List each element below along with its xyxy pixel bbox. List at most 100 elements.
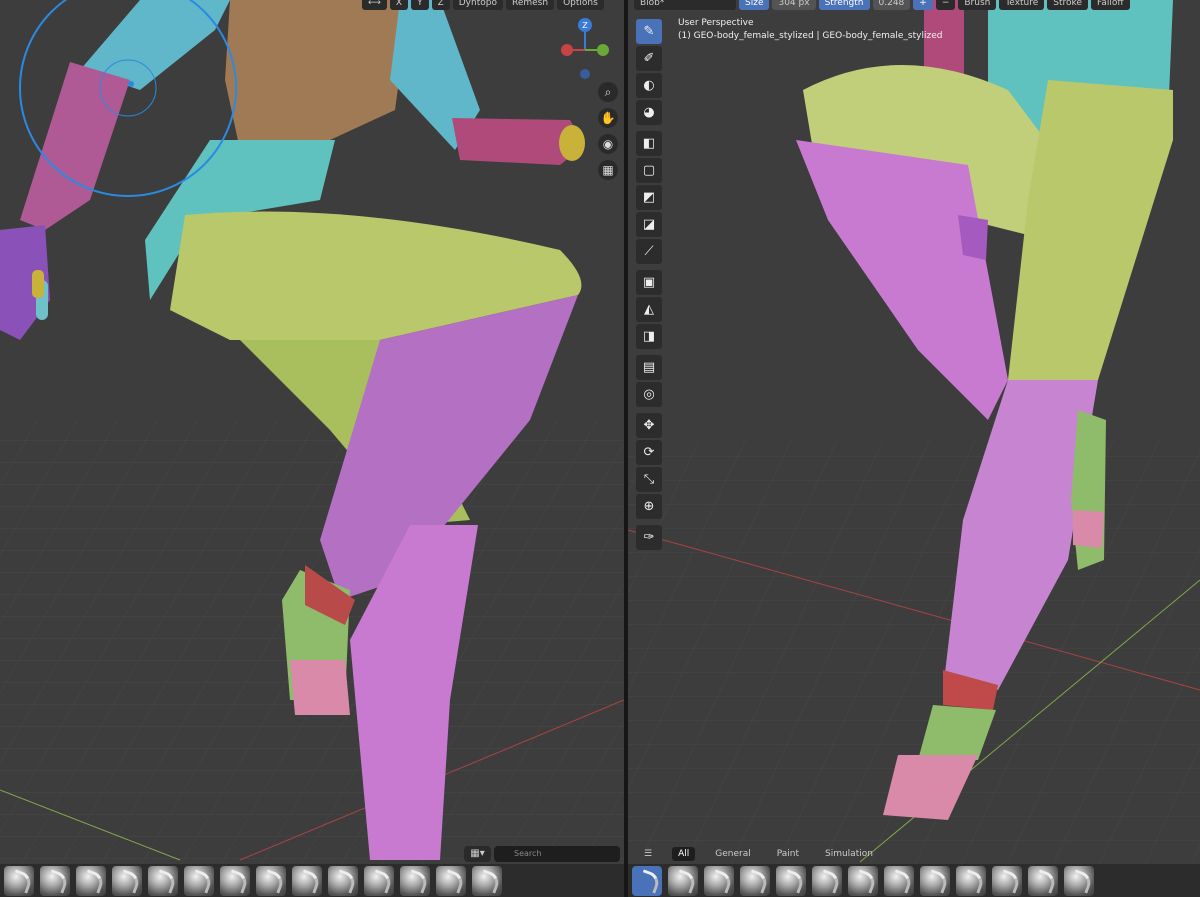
annotate-icon[interactable]: ✑ bbox=[636, 525, 662, 550]
color-filter-icon[interactable]: ◨ bbox=[636, 324, 662, 349]
viewport-right[interactable]: Blob* Size 304 px Strength 0.248 + − Bru… bbox=[628, 0, 1200, 897]
brush-thumbnail[interactable] bbox=[148, 865, 178, 896]
gizmo-x-axis[interactable] bbox=[561, 44, 573, 56]
box-face-set-icon[interactable]: ◩ bbox=[636, 185, 662, 210]
smooth-brush-icon[interactable]: ✐ bbox=[636, 46, 662, 71]
brush-menu[interactable]: Brush bbox=[958, 0, 997, 10]
symmetry-icon[interactable]: ⟷ bbox=[362, 0, 387, 10]
brush-thumbnail[interactable] bbox=[328, 865, 358, 896]
rotate-icon[interactable]: ⟳ bbox=[636, 440, 662, 465]
strength-label: Strength bbox=[818, 0, 870, 10]
toes bbox=[290, 660, 350, 715]
brush-thumbnail[interactable] bbox=[668, 865, 698, 896]
brush-thumbnail[interactable] bbox=[112, 865, 142, 896]
camera-icon[interactable]: ◉ bbox=[598, 134, 618, 154]
asset-view-toggle[interactable]: ▦▾ bbox=[464, 846, 491, 862]
zoom-icon[interactable]: ⌕ bbox=[598, 82, 618, 102]
sculpt-toolbar: ✎ ✐ ◐ ◕ ◧ ▢ ◩ ◪ ⟋ ▣ ◭ ◨ ▤ ◎ ✥ ⟳ ⤡ ⊕ ✑ bbox=[634, 18, 664, 551]
brush-thumbnail[interactable] bbox=[436, 865, 466, 896]
falloff-menu[interactable]: Falloff bbox=[1090, 0, 1130, 10]
brush-thumbnail[interactable] bbox=[992, 865, 1022, 896]
strength-field[interactable]: 0.248 bbox=[872, 0, 911, 10]
brush-thumbnail[interactable] bbox=[1028, 865, 1058, 896]
box-mask-icon[interactable]: ◧ bbox=[636, 131, 662, 156]
asset-search-input[interactable]: Search bbox=[494, 846, 620, 862]
brush-thumbnail[interactable] bbox=[776, 865, 806, 896]
sculpt-scene-left[interactable]: Z bbox=[0, 0, 624, 897]
brush-thumbnail[interactable] bbox=[364, 865, 394, 896]
transform-icon[interactable]: ⊕ bbox=[636, 494, 662, 519]
brush-asset-shelf-right bbox=[628, 864, 1200, 897]
navigation-controls: ⌕ ✋ ◉ ▦ bbox=[598, 82, 618, 180]
tab-paint[interactable]: Paint bbox=[771, 847, 805, 861]
viewport-left[interactable]: Z ⟷ X Y Z Dyntopo Remesh Options ⌕ ✋ ◉ ▦… bbox=[0, 0, 624, 897]
brush-thumbnail[interactable] bbox=[848, 865, 878, 896]
tab-simulation[interactable]: Simulation bbox=[819, 847, 879, 861]
mesh-filter-icon[interactable]: ▣ bbox=[636, 270, 662, 295]
finger bbox=[32, 270, 44, 298]
add-icon[interactable]: + bbox=[913, 0, 933, 10]
move-icon[interactable]: ✥ bbox=[636, 413, 662, 438]
brush-thumbnail-blob[interactable] bbox=[632, 865, 662, 896]
edit-face-set-icon[interactable]: ▤ bbox=[636, 355, 662, 380]
axis-x-toggle[interactable]: X bbox=[389, 0, 409, 10]
shelf-menu-icon[interactable]: ☰ bbox=[638, 847, 658, 861]
brush-thumbnail[interactable] bbox=[40, 865, 70, 896]
size-field[interactable]: 304 px bbox=[772, 0, 816, 10]
axis-y-toggle[interactable]: Y bbox=[411, 0, 429, 10]
brush-thumbnail[interactable] bbox=[884, 865, 914, 896]
brush-thumbnail[interactable] bbox=[292, 865, 322, 896]
gizmo-neg-z[interactable] bbox=[580, 69, 590, 79]
brush-thumbnail[interactable] bbox=[220, 865, 250, 896]
line-project-icon[interactable]: ⟋ bbox=[636, 239, 662, 264]
floor-grid bbox=[628, 440, 1200, 897]
stroke-menu[interactable]: Stroke bbox=[1047, 0, 1088, 10]
rear-toes bbox=[1073, 510, 1104, 548]
gizmo-y-axis[interactable] bbox=[597, 44, 609, 56]
brush-thumbnail[interactable] bbox=[472, 865, 502, 896]
axis-z-toggle[interactable]: Z bbox=[431, 0, 450, 10]
torso-mesh bbox=[225, 0, 410, 150]
object-info-label: (1) GEO-body_female_stylized | GEO-body_… bbox=[678, 31, 943, 41]
brush-asset-shelf-left bbox=[0, 864, 624, 897]
cloth-filter-icon[interactable]: ◭ bbox=[636, 297, 662, 322]
arm-cap bbox=[559, 125, 585, 161]
size-label: Size bbox=[739, 0, 770, 10]
brush-center-dot bbox=[128, 81, 134, 87]
brush-thumbnail[interactable] bbox=[956, 865, 986, 896]
brush-thumbnail[interactable] bbox=[740, 865, 770, 896]
dyntopo-menu[interactable]: Dyntopo bbox=[452, 0, 503, 10]
color-paint-icon[interactable]: ◕ bbox=[636, 100, 662, 125]
sculpt-scene-right[interactable] bbox=[628, 0, 1200, 897]
brush-selector[interactable]: Blob* bbox=[634, 0, 736, 10]
tab-all[interactable]: All bbox=[672, 847, 696, 861]
grid-ortho-icon[interactable]: ▦ bbox=[598, 160, 618, 180]
brush-thumbnail[interactable] bbox=[1064, 865, 1094, 896]
remesh-menu[interactable]: Remesh bbox=[505, 0, 555, 10]
box-trim-icon[interactable]: ◪ bbox=[636, 212, 662, 237]
box-hide-icon[interactable]: ▢ bbox=[636, 158, 662, 183]
subtract-icon[interactable]: − bbox=[935, 0, 956, 10]
left-header: ⟷ X Y Z Dyntopo Remesh Options bbox=[362, 0, 604, 10]
scale-icon[interactable]: ⤡ bbox=[636, 467, 662, 492]
brush-thumbnail[interactable] bbox=[400, 865, 430, 896]
brush-thumbnail[interactable] bbox=[4, 865, 34, 896]
brush-thumbnail[interactable] bbox=[76, 865, 106, 896]
mask-brush-icon[interactable]: ◐ bbox=[636, 73, 662, 98]
texture-menu[interactable]: Texture bbox=[999, 0, 1045, 10]
brush-thumbnail[interactable] bbox=[812, 865, 842, 896]
right-header: Blob* Size 304 px Strength 0.248 + − Bru… bbox=[634, 0, 1130, 10]
options-menu[interactable]: Options bbox=[557, 0, 604, 10]
gizmo-z-label: Z bbox=[582, 21, 588, 30]
brush-thumbnail[interactable] bbox=[184, 865, 214, 896]
asset-shelf-tabs: ☰ All General Paint Simulation bbox=[628, 844, 879, 864]
draw-brush-icon[interactable]: ✎ bbox=[636, 19, 662, 44]
pan-hand-icon[interactable]: ✋ bbox=[598, 108, 618, 128]
brush-thumbnail[interactable] bbox=[920, 865, 950, 896]
mask-by-color-icon[interactable]: ◎ bbox=[636, 382, 662, 407]
perspective-label: User Perspective bbox=[678, 18, 754, 28]
brush-thumbnail[interactable] bbox=[704, 865, 734, 896]
brush-thumbnail[interactable] bbox=[256, 865, 286, 896]
viewport-info: User Perspective (1) GEO-body_female_sty… bbox=[678, 17, 942, 43]
tab-general[interactable]: General bbox=[709, 847, 756, 861]
